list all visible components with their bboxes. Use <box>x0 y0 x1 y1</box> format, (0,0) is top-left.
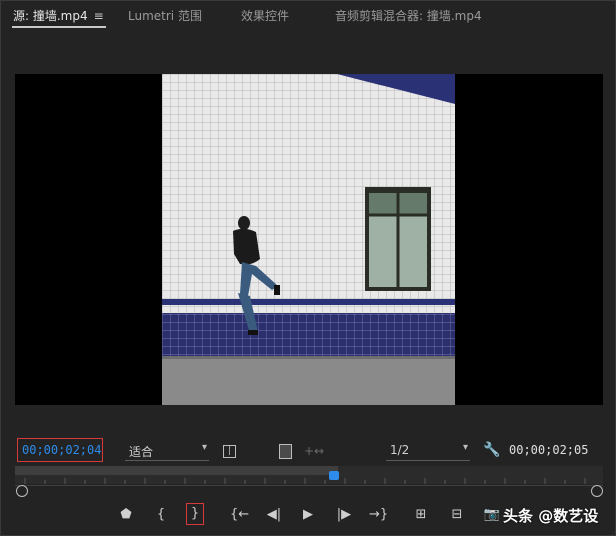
play-icon: ▶ <box>303 507 313 522</box>
tab-lumetri-scopes[interactable]: Lumetri 范围 <box>128 7 202 24</box>
play-button[interactable]: ▶ <box>299 506 317 524</box>
marker-icon: ⬟ <box>120 507 132 522</box>
watermark-text: 头条 @数艺设 <box>503 507 599 525</box>
zoom-scrollbar-track[interactable] <box>15 485 603 486</box>
go-to-in-button[interactable]: {← <box>230 506 250 524</box>
mark-out-button[interactable]: } <box>186 503 204 525</box>
video-frame-image <box>162 74 455 405</box>
tab-lumetri-label: Lumetri 范围 <box>128 9 202 23</box>
mark-in-icon: { <box>156 507 166 522</box>
chevron-down-icon: ▾ <box>201 442 207 453</box>
overwrite-button[interactable]: ⊟ <box>448 506 466 524</box>
timeline-range-bar <box>15 466 338 475</box>
go-to-out-button[interactable]: →} <box>369 506 389 524</box>
drag-audio-icon[interactable]: +↔ <box>304 445 324 457</box>
step-forward-button[interactable]: |▶ <box>335 506 353 524</box>
zoom-level-value: 适合 <box>129 445 154 459</box>
insert-button[interactable]: ⊞ <box>412 506 430 524</box>
insert-icon: ⊞ <box>415 507 427 522</box>
tab-effect-controls[interactable]: 效果控件 <box>241 7 289 24</box>
zoom-level-select[interactable]: 适合 ▾ <box>125 442 209 461</box>
duration-timecode: 00;00;02;05 <box>509 443 589 457</box>
tab-effect-label: 效果控件 <box>241 9 290 23</box>
go-to-in-icon: {← <box>230 507 250 522</box>
zoom-scrollbar-left-handle[interactable] <box>16 485 28 497</box>
hamburger-icon[interactable]: ≡ <box>94 9 104 23</box>
active-tab-indicator <box>12 26 106 28</box>
mark-in-button[interactable]: { <box>152 506 170 524</box>
export-frame-button[interactable]: 📷 <box>483 506 501 524</box>
go-to-out-icon: →} <box>369 507 389 522</box>
resolution-value: 1/2 <box>390 443 410 457</box>
current-timecode[interactable]: 00;00;02;04 <box>17 438 103 462</box>
tab-audio-clip-mixer[interactable]: 音频剪辑混合器: 撞墙.mp4 <box>335 7 482 24</box>
zoom-scrollbar-right-handle[interactable] <box>591 485 603 497</box>
tab-audio-label: 音频剪辑混合器: 撞墙.mp4 <box>335 9 482 23</box>
video-frame <box>162 74 455 405</box>
tab-source-label: 源: 撞墙.mp4 <box>13 9 88 23</box>
source-monitor-panel: 源: 撞墙.mp4 ≡ Lumetri 范围 效果控件 音频剪辑混合器: 撞墙.m… <box>0 0 616 536</box>
mark-out-icon: } <box>190 506 200 521</box>
step-forward-icon: |▶ <box>336 507 352 522</box>
camera-icon: 📷 <box>483 507 501 522</box>
overwrite-icon: ⊟ <box>451 507 463 522</box>
tab-source[interactable]: 源: 撞墙.mp4 ≡ <box>13 7 104 24</box>
video-viewer[interactable] <box>15 74 603 405</box>
resolution-select[interactable]: 1/2 ▾ <box>386 442 470 461</box>
panel-tabs: 源: 撞墙.mp4 ≡ Lumetri 范围 效果控件 音频剪辑混合器: 撞墙.m… <box>1 1 616 31</box>
playhead[interactable] <box>329 471 339 480</box>
drop-frame-icon[interactable]: | <box>223 445 236 458</box>
insert-clip-icon[interactable] <box>279 444 292 459</box>
add-marker-button[interactable]: ⬟ <box>117 506 135 524</box>
wrench-icon[interactable]: 🔧 <box>483 443 500 457</box>
step-back-button[interactable]: ◀| <box>265 506 283 524</box>
step-back-icon: ◀| <box>266 507 282 522</box>
current-timecode-text: 00;00;02;04 <box>22 443 102 457</box>
chevron-down-icon: ▾ <box>462 442 468 453</box>
